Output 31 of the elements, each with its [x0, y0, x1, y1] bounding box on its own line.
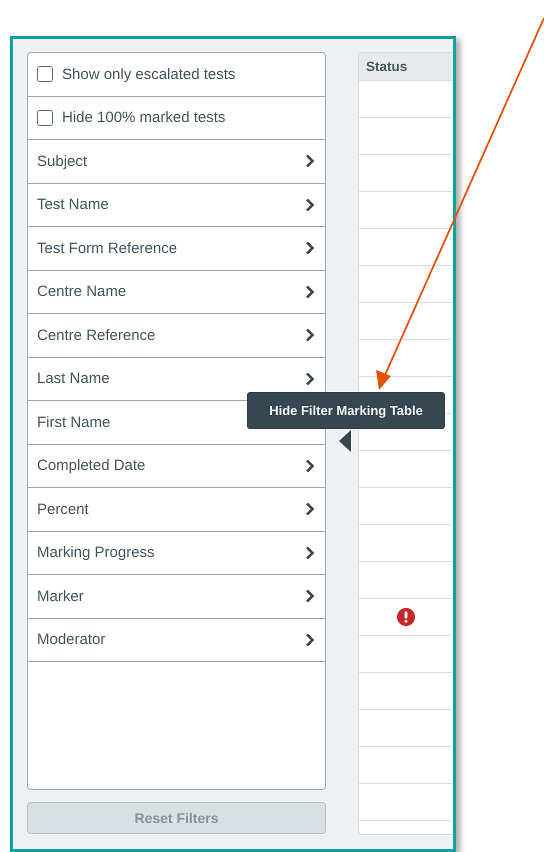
- filter-item[interactable]: Test Form Reference: [28, 227, 325, 270]
- filter-item[interactable]: Centre Name: [28, 270, 325, 314]
- chevron-right-icon: [304, 546, 315, 560]
- filter-item[interactable]: Subject: [28, 140, 325, 184]
- chevron-right-icon: [304, 589, 315, 604]
- chevron-right-icon: [304, 154, 315, 168]
- chevron-right-icon: [304, 198, 315, 212]
- alert-icon: [396, 608, 415, 626]
- chevron-right-icon: [304, 241, 315, 256]
- chevron-right-icon: [304, 284, 315, 299]
- filter-item[interactable]: Marker: [28, 575, 325, 618]
- chevron-right-icon: [304, 632, 315, 647]
- filter-item[interactable]: Percent: [28, 488, 325, 532]
- filter-item[interactable]: Marking Progress: [28, 532, 325, 575]
- chevron-right-icon: [304, 372, 315, 386]
- checkbox[interactable]: [37, 110, 53, 126]
- filter-item[interactable]: Moderator: [28, 618, 325, 662]
- filter-item[interactable]: Centre Reference: [28, 314, 325, 358]
- checkbox[interactable]: [37, 66, 53, 82]
- chevron-right-icon: [304, 328, 315, 342]
- checkbox-label: Show only escalated tests: [62, 66, 236, 83]
- checkbox-label: Hide 100% marked tests: [62, 109, 226, 126]
- filter-option[interactable]: Hide 100% marked tests: [28, 96, 325, 140]
- toggle-handle[interactable]: [339, 430, 351, 452]
- column-header: Status: [358, 53, 453, 81]
- chevron-right-icon: [304, 502, 315, 516]
- tooltip: Hide Filter Marking Table: [247, 392, 445, 429]
- filter-item[interactable]: Completed Date: [28, 444, 325, 488]
- filter-option[interactable]: Show only escalated tests: [28, 53, 325, 96]
- filter-item[interactable]: Test Name: [28, 184, 325, 227]
- chevron-right-icon: [304, 458, 315, 473]
